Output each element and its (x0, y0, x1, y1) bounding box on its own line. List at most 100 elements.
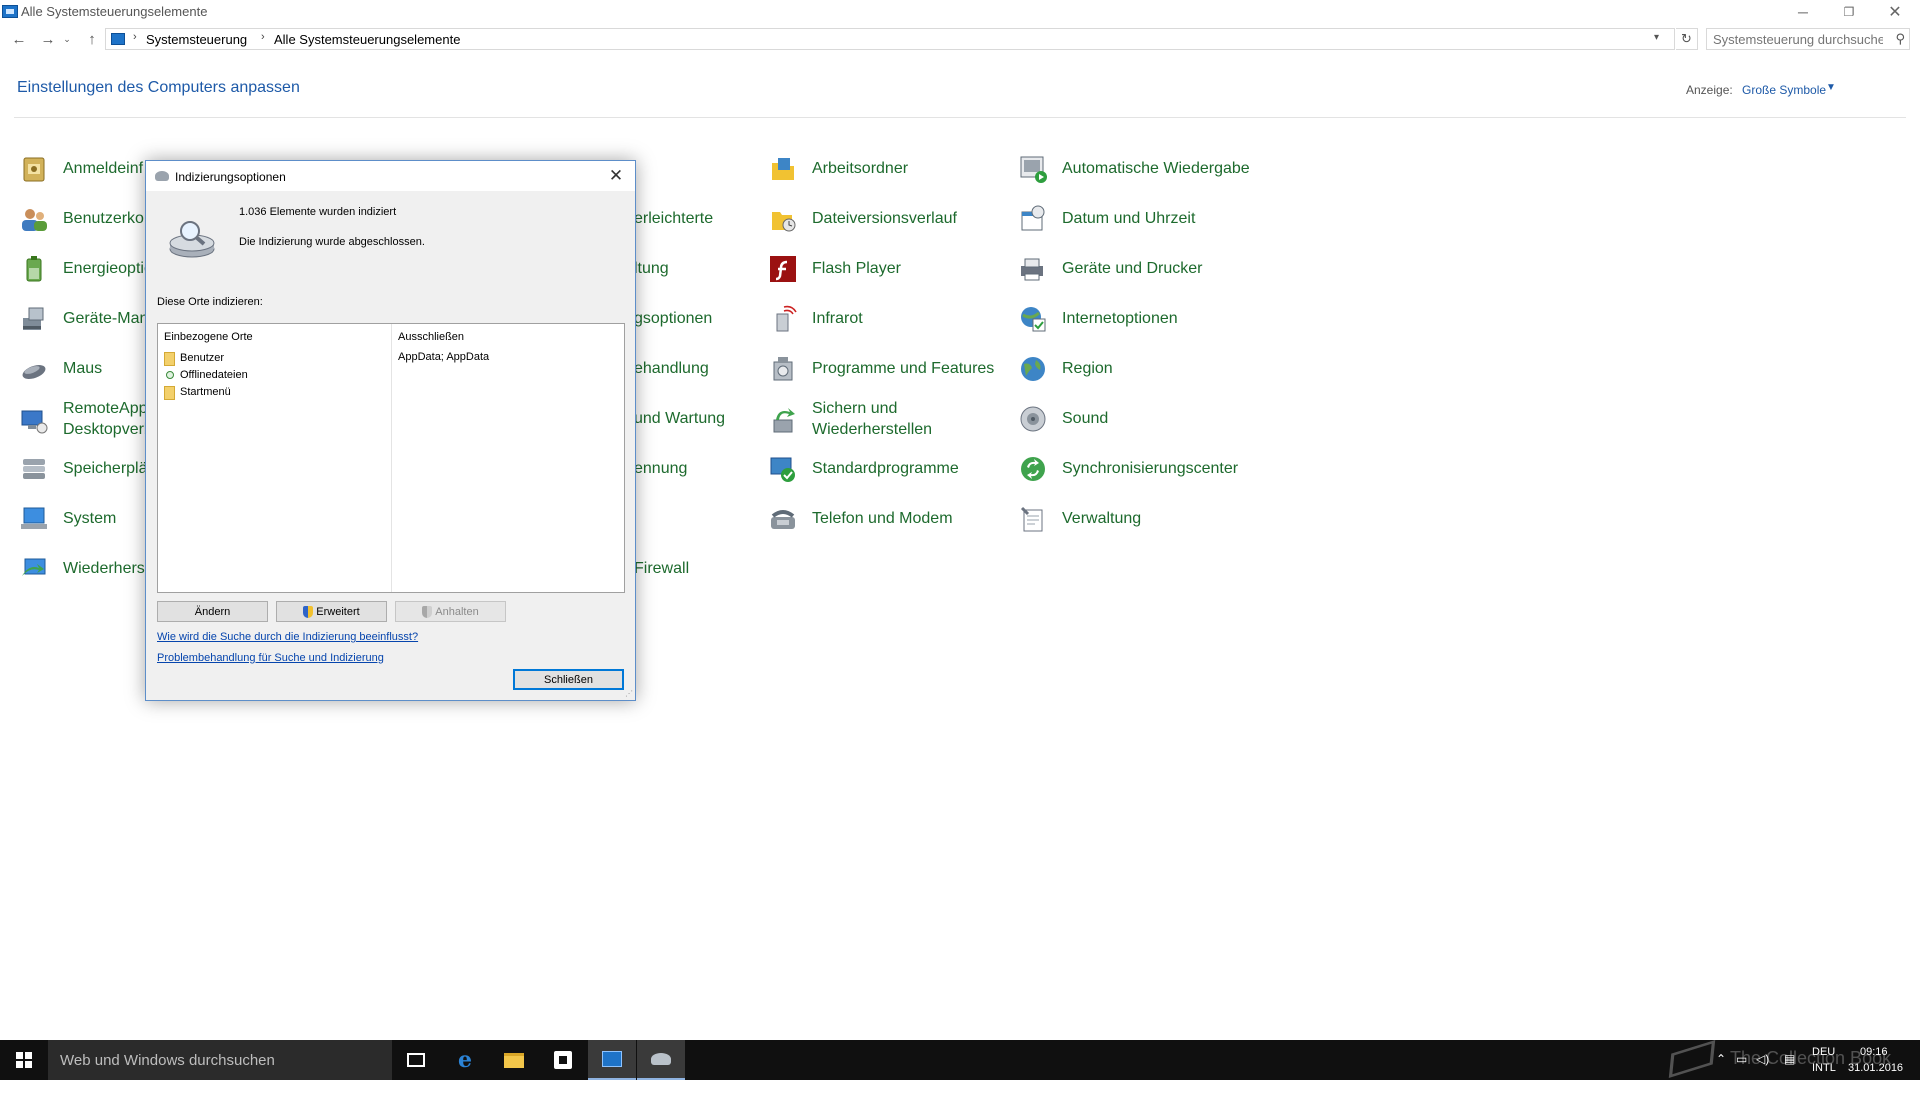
address-bar[interactable]: › Systemsteuerung › Alle Systemsteuerung… (105, 28, 1675, 50)
cp-item-label: Speicherplä (63, 459, 148, 477)
indexing-taskbar-button[interactable] (637, 1040, 685, 1080)
resize-grip[interactable]: ⋰ (625, 689, 633, 698)
change-button[interactable]: Ändern (157, 601, 268, 622)
recent-locations-button[interactable]: ⌄ (60, 26, 74, 52)
cp-item-label: Telefon und Modem (812, 509, 953, 527)
file-explorer-button[interactable] (490, 1040, 538, 1080)
cp-item-label: erleichterte (634, 209, 714, 227)
flash-player-icon (770, 256, 796, 282)
network-icon[interactable]: ▭ (1736, 1052, 1747, 1092)
task-view-button[interactable] (392, 1040, 440, 1080)
cp-item-label: Anmeldeinf (63, 159, 144, 177)
dialog-close-button[interactable]: ✕ (604, 165, 628, 187)
column-divider (391, 324, 392, 592)
remoteapp-icon (21, 410, 48, 434)
search-icon[interactable]: ⚲ (1895, 31, 1905, 47)
breadcrumb-systemsteuerung[interactable]: Systemsteuerung (146, 32, 247, 47)
close-button-label: Schließen (544, 673, 593, 686)
dialog-title: Indizierungsoptionen (175, 170, 286, 184)
search-box[interactable]: ⚲ (1706, 28, 1910, 50)
cp-item-label: ehandlung (634, 359, 709, 377)
advanced-button[interactable]: Erweitert (276, 601, 387, 622)
cp-item-label: ennung (634, 459, 688, 477)
window-title: Alle Systemsteuerungselemente (21, 4, 208, 19)
recovery-icon (22, 558, 46, 576)
taskbar-search[interactable]: Web und Windows durchsuchen (48, 1040, 392, 1080)
refresh-button[interactable]: ↻ (1676, 28, 1698, 50)
cp-item-label: Maus (63, 359, 103, 377)
uac-shield-icon (422, 605, 433, 618)
cp-item-label: ltung (634, 259, 669, 277)
taskbar: Web und Windows durchsuchen e The Collec… (0, 1039, 1920, 1080)
title-bar: Alle Systemsteuerungselemente ─ ❐ ✕ (0, 0, 1920, 24)
devices-printers-icon (1021, 258, 1043, 281)
windows-logo-icon (16, 1052, 32, 1068)
chevron-right-icon[interactable]: › (133, 31, 137, 43)
device-manager-icon (23, 307, 44, 330)
dialog-close-action-button[interactable]: Schließen (513, 669, 624, 690)
chevron-right-icon[interactable]: › (261, 31, 265, 43)
administrative-tools-icon (1020, 506, 1043, 532)
indexed-locations-list[interactable]: Einbezogene Orte Ausschließen Benutzer O… (157, 323, 625, 593)
store-button[interactable] (539, 1040, 587, 1080)
cp-item-label: Infrarot (812, 309, 863, 327)
control-panel-taskbar-button[interactable] (588, 1040, 636, 1080)
infrared-icon (776, 305, 797, 332)
location-name: Startmenü (180, 386, 231, 398)
folder-icon (164, 386, 175, 400)
control-panel-icon (602, 1051, 622, 1067)
up-button[interactable]: ↑ (80, 26, 104, 52)
close-button[interactable]: ✕ (1872, 0, 1918, 24)
search-input[interactable] (1713, 31, 1883, 47)
region-icon (1021, 357, 1045, 381)
volume-icon[interactable]: ◁) (1756, 1052, 1769, 1092)
advanced-button-label: Erweitert (316, 605, 360, 618)
maximize-button[interactable]: ❐ (1826, 0, 1872, 24)
offline-files-icon (166, 371, 174, 379)
default-programs-icon (770, 457, 795, 482)
forward-button[interactable]: → (36, 26, 60, 52)
start-button[interactable] (0, 1040, 48, 1080)
dialog-title-bar[interactable]: Indizierungsoptionen ✕ (146, 161, 635, 191)
uac-shield-icon (303, 605, 314, 618)
cp-item-label: Wiederherst (63, 559, 150, 577)
minimize-button[interactable]: ─ (1780, 0, 1826, 24)
control-panel-icon (111, 33, 125, 45)
indexed-count: 1.036 Elemente wurden indiziert (239, 206, 397, 218)
credential-manager-icon (23, 157, 45, 182)
troubleshoot-link[interactable]: Problembehandlung für Suche und Indizier… (157, 652, 384, 664)
excluded-locations: AppData; AppData (398, 351, 490, 363)
edge-button[interactable]: e (441, 1040, 489, 1080)
pause-button[interactable]: Anhalten (395, 601, 506, 622)
chevron-down-icon[interactable]: ▾ (1654, 32, 1659, 43)
cp-item-label: System (63, 509, 117, 527)
chevron-down-icon[interactable]: ▼ (1826, 82, 1836, 93)
divider (14, 117, 1906, 118)
input-layout[interactable]: INTL (1812, 1062, 1836, 1102)
user-accounts-icon (22, 209, 47, 231)
storage-spaces-icon (23, 459, 45, 479)
indexing-status: Die Indizierung wurde abgeschlossen. (239, 236, 425, 248)
system-icon (21, 507, 47, 529)
cp-item-label: Programme und Features (812, 359, 995, 377)
sync-center-icon (1021, 457, 1045, 481)
show-hidden-icons-button[interactable]: ⌃ (1716, 1052, 1726, 1092)
search-indexing-help-link[interactable]: Wie wird die Suche durch die Indizierung… (157, 631, 418, 643)
cp-item-label: Verwaltung (1062, 509, 1142, 527)
cp-item-label: Internetoptionen (1062, 309, 1178, 327)
back-button[interactable]: ← (7, 26, 31, 52)
breadcrumb-alle-elemente[interactable]: Alle Systemsteuerungselemente (274, 32, 460, 47)
column-header-included[interactable]: Einbezogene Orte (164, 331, 253, 343)
cp-item-label: Firewall (634, 559, 690, 577)
clock-date[interactable]: 31.01.2016 (1848, 1062, 1903, 1102)
indexing-options-dialog: Indizierungsoptionen ✕ 1.036 Elemente wu… (145, 160, 636, 701)
cp-item-label: Flash Player (812, 259, 901, 277)
view-mode-dropdown[interactable]: Große Symbole (1742, 83, 1826, 97)
cp-item-label: Sichern und Wiederherstellen (812, 400, 933, 438)
column-header-excluded[interactable]: Ausschließen (398, 331, 464, 343)
file-history-icon (772, 212, 796, 232)
action-center-icon[interactable]: ▤ (1784, 1052, 1795, 1092)
cp-item-label: Energieoptic (63, 259, 152, 277)
edge-icon: e (458, 1047, 472, 1073)
pause-button-label: Anhalten (435, 605, 479, 618)
